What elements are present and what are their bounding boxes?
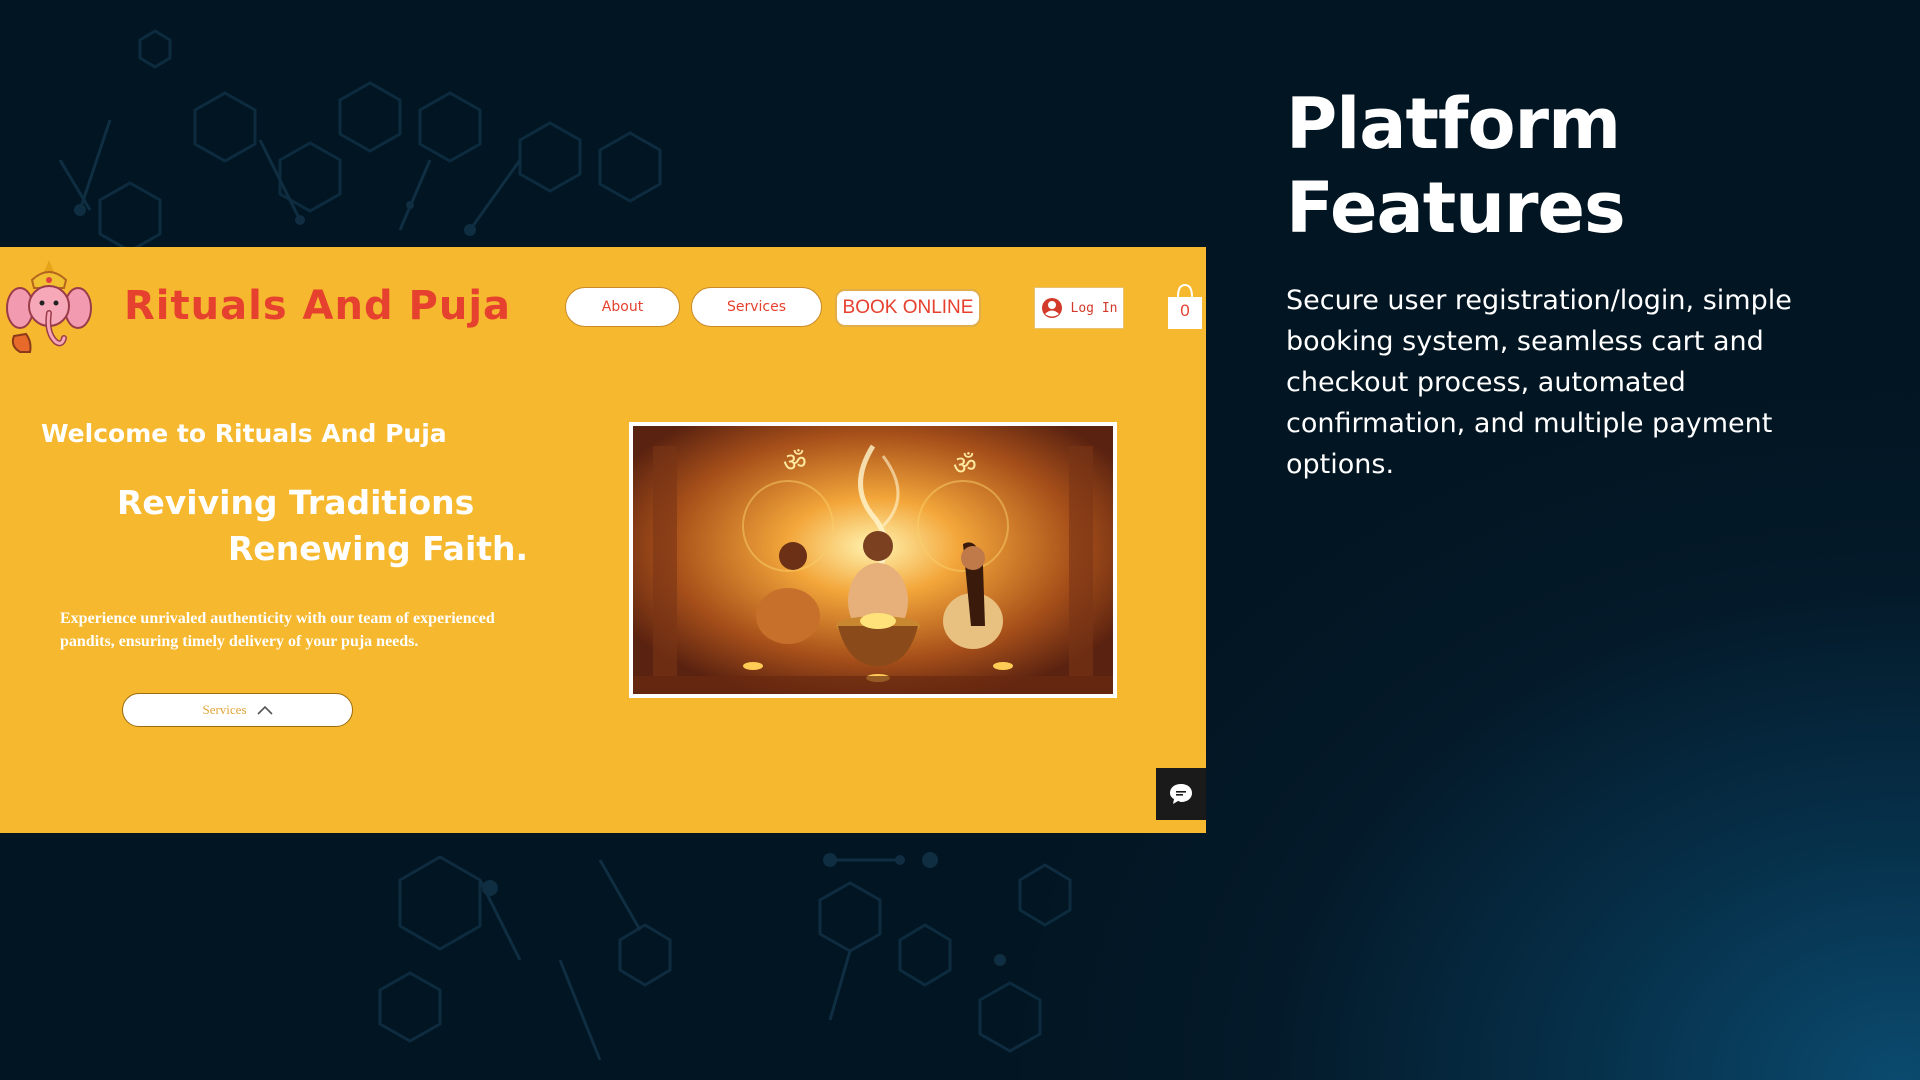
brand-name[interactable]: Rituals And Puja	[124, 283, 511, 329]
welcome-heading: Welcome to Rituals And Puja	[41, 419, 447, 448]
login-label: Log In	[1070, 300, 1118, 316]
website-screenshot: Rituals And Puja About Services BOOK ONL…	[0, 247, 1206, 833]
puja-ritual-illustration: ॐ ॐ	[633, 426, 1113, 694]
book-online-button[interactable]: BOOK ONLINE	[835, 289, 981, 327]
tagline-line-2: Renewing Faith.	[228, 529, 529, 568]
services-button-label: Services	[202, 702, 247, 717]
login-button[interactable]: Log In	[1034, 287, 1124, 329]
chat-icon	[1170, 784, 1192, 804]
hero-image: ॐ ॐ	[629, 422, 1117, 698]
cart-count: 0	[1180, 301, 1190, 320]
user-avatar-icon	[1041, 298, 1062, 318]
tagline-line-1: Reviving Traditions	[117, 483, 475, 522]
nav-about-button[interactable]: About	[565, 287, 680, 327]
slide-title: Platform Features	[1286, 83, 1626, 249]
chevron-up-icon	[256, 705, 273, 715]
slide-body: Secure user registration/login, simple b…	[1286, 285, 1792, 480]
ganesha-logo-icon	[6, 260, 92, 353]
svg-text:ॐ: ॐ	[953, 451, 977, 481]
hero-description: Experience unrivaled authenticity with o…	[60, 610, 495, 650]
svg-text:ॐ: ॐ	[783, 448, 807, 478]
services-dropdown-button[interactable]: Services	[122, 693, 353, 727]
nav-services-button[interactable]: Services	[691, 287, 822, 327]
chat-widget-button[interactable]	[1156, 768, 1206, 820]
